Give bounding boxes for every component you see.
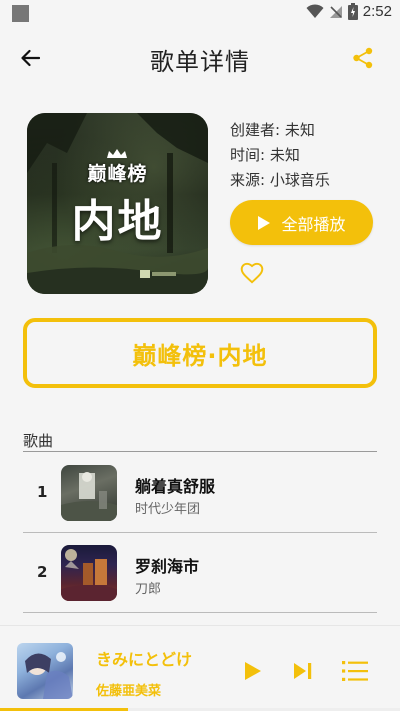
no-signal-icon	[329, 5, 342, 18]
next-button[interactable]	[288, 656, 318, 686]
battery-icon	[347, 3, 358, 20]
song-artist: 时代少年团	[135, 502, 201, 517]
song-row[interactable]: 1 躺着真舒服 时代少年团	[23, 453, 377, 533]
page-title: 歌单详情	[150, 48, 250, 76]
cover-region-text: 内地	[71, 196, 164, 247]
status-bar: 2:52	[0, 0, 400, 28]
playlist-meta: 创建者: 未知 时间: 未知 来源: 小球音乐	[230, 118, 330, 193]
now-playing-artist: 佐藤亜美菜	[96, 684, 162, 699]
song-title: 罗刹海市	[135, 557, 200, 576]
song-title: 躺着真舒服	[135, 477, 216, 496]
songs-section-label: 歌曲	[23, 432, 54, 450]
wifi-icon	[306, 4, 324, 18]
source-text: 来源: 小球音乐	[230, 171, 330, 189]
playlist-name-banner: 巅峰榜·内地	[23, 318, 377, 388]
heart-icon	[240, 262, 264, 284]
cover-brand-text: 巅峰榜	[87, 163, 148, 185]
song-index: 1	[37, 483, 48, 501]
status-icons: 2:52	[306, 3, 392, 20]
notification-icon	[12, 5, 29, 22]
clock: 2:52	[362, 3, 392, 20]
playlist-cover: 巅峰榜 内地	[27, 113, 208, 294]
favorite-button[interactable]	[239, 260, 265, 286]
song-index: 2	[37, 563, 48, 581]
queue-list-icon	[342, 661, 368, 681]
share-icon	[353, 47, 373, 69]
crown-icon	[107, 149, 127, 158]
songs-section-header: 歌曲	[23, 430, 377, 452]
creator-text: 创建者: 未知	[230, 121, 315, 139]
share-button[interactable]	[348, 43, 378, 73]
time-text: 时间: 未知	[230, 146, 300, 164]
play-all-button[interactable]: 全部播放	[230, 200, 373, 245]
app-header: 歌单详情	[0, 30, 400, 86]
skip-next-icon	[294, 663, 312, 679]
play-all-label: 全部播放	[281, 214, 346, 234]
playlist-button[interactable]	[340, 656, 370, 686]
now-playing-cover	[17, 643, 73, 699]
mini-player[interactable]: きみにとどけ 佐藤亜美菜	[0, 625, 400, 711]
play-icon	[245, 662, 261, 680]
song-cover	[61, 465, 117, 521]
song-artist: 刀郎	[135, 582, 162, 597]
song-row[interactable]: 2 罗刹海市 刀郎	[23, 533, 377, 613]
cover-logo	[140, 270, 176, 280]
play-icon	[258, 215, 271, 230]
now-playing-title: きみにとどけ	[96, 650, 193, 669]
screen: 2:52 歌单详情 巅峰榜 内地 创建者: 未知 时间: 未知 来源: 小球音乐…	[0, 0, 400, 711]
play-button[interactable]	[238, 656, 268, 686]
song-cover	[61, 545, 117, 601]
